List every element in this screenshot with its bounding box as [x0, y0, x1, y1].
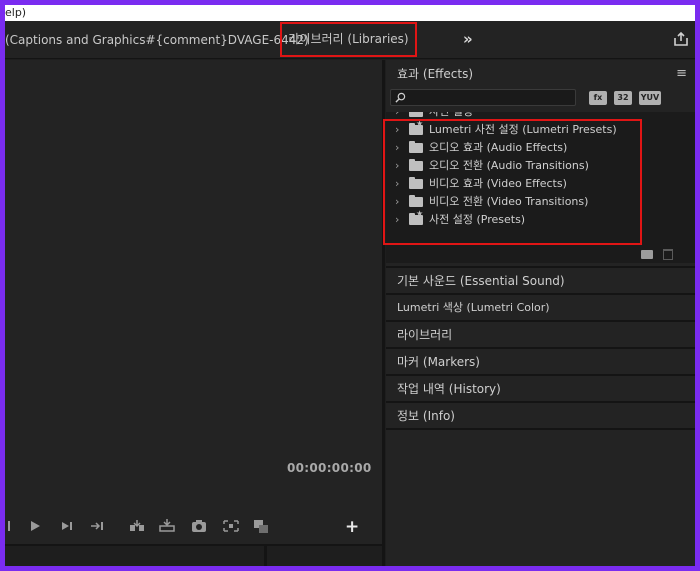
effects-search[interactable]	[390, 89, 576, 110]
insert-icon[interactable]	[127, 516, 147, 536]
panel-essential-sound[interactable]: 기본 사운드 (Essential Sound)	[386, 266, 695, 292]
tree-item-label: 사전 설정	[429, 112, 473, 121]
search-input[interactable]	[391, 94, 575, 110]
panel-tab-bar: (Captions and Graphics#{comment}DVAGE-64…	[5, 21, 695, 59]
tree-item-label: 오디오 효과 (Audio Effects)	[429, 141, 568, 154]
panel-history[interactable]: 작업 내역 (History)	[386, 374, 695, 400]
tree-item-label: Lumetri 사전 설정 (Lumetri Presets)	[429, 123, 617, 136]
transport-controls	[5, 516, 382, 538]
tree-item[interactable]: › 사전 설정	[386, 112, 695, 121]
folder-icon	[409, 177, 423, 189]
monitor-viewport[interactable]	[5, 60, 382, 440]
panel-markers[interactable]: 마커 (Markers)	[386, 347, 695, 373]
bottom-divider	[264, 546, 267, 566]
more-tabs-button[interactable]: »	[463, 21, 473, 59]
app-window: elp) (Captions and Graphics#{comment}DVA…	[5, 5, 695, 566]
star-folder-icon	[409, 209, 423, 225]
tree-item-label: 사전 설정 (Presets)	[429, 213, 526, 226]
play-icon[interactable]	[25, 516, 45, 536]
menu-bar: elp)	[5, 5, 695, 21]
help-menu[interactable]: elp)	[5, 6, 26, 19]
chevron-right-icon[interactable]: ›	[395, 121, 399, 139]
panel-info[interactable]: 정보 (Info)	[386, 401, 695, 427]
tree-item[interactable]: › 사전 설정 (Presets)	[386, 209, 695, 229]
star-folder-icon	[409, 112, 423, 117]
effects-panel-header: 효과 (Effects) ≡	[386, 60, 695, 88]
panel-menu-icon[interactable]: ≡	[676, 60, 687, 88]
folder-icon	[409, 141, 423, 153]
effects-tree: › 사전 설정 › Lumetri 사전 설정 (Lumetri Presets…	[386, 112, 695, 247]
monitor-bottom-bar	[5, 544, 382, 566]
chevron-right-icon[interactable]: ›	[395, 139, 399, 157]
accelerated-effects-icon[interactable]: fx	[589, 91, 607, 105]
safe-margins-icon[interactable]	[221, 516, 241, 536]
star-folder-icon	[409, 119, 423, 135]
chevron-right-icon[interactable]: ›	[395, 193, 399, 211]
new-bin-icon[interactable]	[641, 250, 653, 259]
panel-empty-area	[386, 428, 695, 566]
effects-panel-group: 효과 (Effects) ≡ fx 32 YUV › 사전 설정 › Lumet…	[383, 60, 695, 566]
tree-item-label: 비디오 효과 (Video Effects)	[429, 177, 567, 190]
search-icon	[395, 92, 406, 103]
tree-item[interactable]: › 오디오 전환 (Audio Transitions)	[386, 157, 695, 175]
panel-lumetri-color[interactable]: Lumetri 색상 (Lumetri Color)	[386, 293, 695, 319]
chevron-right-icon[interactable]: ›	[395, 175, 399, 193]
panel-splitter[interactable]	[382, 60, 385, 566]
tab-captions[interactable]: (Captions and Graphics#{comment}DVAGE-64…	[5, 21, 309, 59]
chevron-right-icon[interactable]: ›	[395, 211, 399, 229]
effects-title[interactable]: 효과 (Effects)	[397, 67, 473, 81]
effects-footer	[386, 247, 695, 263]
tree-item-label: 오디오 전환 (Audio Transitions)	[429, 159, 589, 172]
tree-item-label: 비디오 전환 (Video Transitions)	[429, 195, 589, 208]
tree-item[interactable]: › Lumetri 사전 설정 (Lumetri Presets)	[386, 119, 695, 139]
tree-item[interactable]: › 비디오 전환 (Video Transitions)	[386, 193, 695, 211]
timecode-display[interactable]: 00:00:00:00	[287, 461, 372, 475]
add-button[interactable]: +	[345, 517, 359, 537]
chevron-right-icon[interactable]: ›	[395, 112, 399, 121]
step-forward-icon[interactable]	[57, 516, 77, 536]
compare-view-icon[interactable]	[251, 516, 271, 536]
mark-in-icon[interactable]	[5, 516, 25, 536]
go-to-out-icon[interactable]	[87, 516, 107, 536]
share-icon[interactable]	[673, 31, 689, 47]
program-monitor: 00:00:00:00 +	[5, 60, 382, 566]
chevron-right-icon[interactable]: ›	[395, 157, 399, 175]
tree-item[interactable]: › 비디오 효과 (Video Effects)	[386, 175, 695, 193]
folder-icon	[409, 195, 423, 207]
export-frame-icon[interactable]	[189, 516, 209, 536]
32-bit-effects-icon[interactable]: 32	[614, 91, 632, 105]
folder-icon	[409, 159, 423, 171]
overwrite-icon[interactable]	[157, 516, 177, 536]
tree-item[interactable]: › 오디오 효과 (Audio Effects)	[386, 139, 695, 157]
trash-icon[interactable]	[663, 249, 673, 260]
tab-libraries[interactable]: 라이브러리 (Libraries)	[280, 22, 417, 57]
yuv-effects-icon[interactable]: YUV	[639, 91, 661, 105]
panel-libraries[interactable]: 라이브러리	[386, 320, 695, 346]
